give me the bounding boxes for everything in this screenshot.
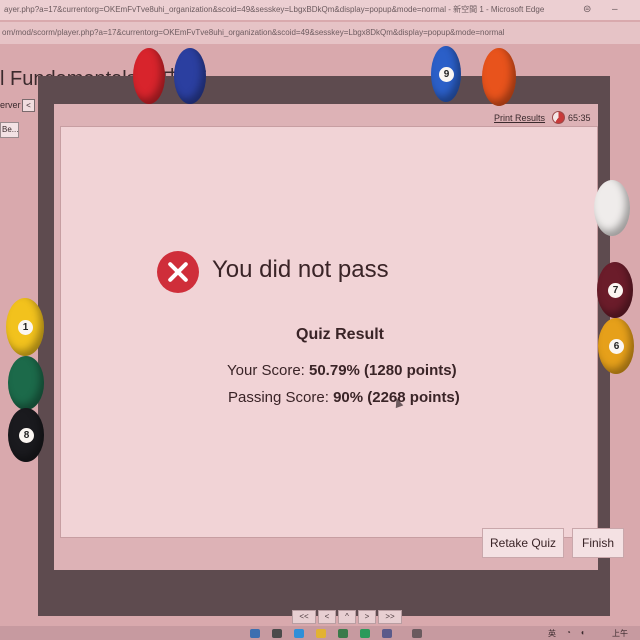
url-text: om/mod/scorm/player.php?a=17&currentorg=… xyxy=(2,28,505,37)
volume-icon[interactable]: ◖ xyxy=(580,628,585,637)
window-title: ayer.php?a=17&currentorg=OKEmFvTve8uhi_o… xyxy=(4,5,545,14)
current-page-button[interactable]: ^ xyxy=(338,610,356,624)
quiz-result-title: Quiz Result xyxy=(296,326,385,343)
your-score-label: Your Score: xyxy=(227,362,305,379)
ball-number: 6 xyxy=(609,339,624,354)
collapse-button[interactable]: < xyxy=(22,99,35,112)
ball-number: 7 xyxy=(608,283,623,298)
edge-icon[interactable] xyxy=(294,629,304,638)
finish-button[interactable]: Finish xyxy=(572,528,624,558)
retake-quiz-button[interactable]: Retake Quiz xyxy=(482,528,564,558)
next-page-button[interactable]: > xyxy=(358,610,376,624)
app-icon[interactable] xyxy=(382,629,392,638)
minimize-icon[interactable]: – xyxy=(612,3,618,17)
your-score-line: Your Score: 50.79% (1280 points) xyxy=(227,362,457,379)
seven-ball: 7 xyxy=(597,262,633,318)
ball-number: 8 xyxy=(19,428,34,443)
search-icon[interactable] xyxy=(272,629,282,638)
one-ball: 1 xyxy=(6,298,44,356)
print-results-link[interactable]: Print Results xyxy=(494,113,545,123)
timer-icon xyxy=(552,111,565,124)
ball-number: 1 xyxy=(18,320,33,335)
passing-score-line: Passing Score: 90% (2268 points) xyxy=(228,389,460,406)
ball-number: 9 xyxy=(439,67,454,82)
your-score-value: 50.79% (1280 points) xyxy=(309,362,457,379)
language-indicator[interactable]: 英 xyxy=(548,628,556,639)
blue-ball xyxy=(174,48,206,104)
folder-icon[interactable] xyxy=(316,629,326,638)
eight-ball: 8 xyxy=(8,408,44,462)
six-ball: 6 xyxy=(598,318,634,374)
wifi-icon[interactable]: ◔ xyxy=(566,628,571,637)
server-label: erver xyxy=(0,100,21,110)
green-ball xyxy=(8,356,44,410)
nine-ball: 9 xyxy=(431,46,461,102)
start-icon[interactable] xyxy=(250,629,260,638)
cue-ball xyxy=(594,180,630,236)
chrome-icon[interactable] xyxy=(360,629,370,638)
browser-title-bar: ayer.php?a=17&currentorg=OKEmFvTve8uhi_o… xyxy=(0,0,640,20)
reader-mode-icon[interactable]: ⊜ xyxy=(583,3,591,17)
result-heading: You did not pass xyxy=(212,256,389,283)
clock[interactable]: 上午 xyxy=(612,628,628,639)
orange-ball xyxy=(482,48,516,106)
timer-text: 65:35 xyxy=(568,113,591,123)
red-ball xyxy=(133,48,165,104)
passing-score-label: Passing Score: xyxy=(228,389,329,406)
go-button[interactable]: Be... xyxy=(0,122,19,138)
prev-page-button[interactable]: < xyxy=(318,610,336,624)
settings-icon[interactable] xyxy=(412,629,422,638)
app-icon[interactable] xyxy=(338,629,348,638)
first-page-button[interactable]: << xyxy=(292,610,316,624)
fail-x-icon xyxy=(157,251,199,293)
last-page-button[interactable]: >> xyxy=(378,610,402,624)
address-bar[interactable]: om/mod/scorm/player.php?a=17&currentorg=… xyxy=(0,22,640,44)
